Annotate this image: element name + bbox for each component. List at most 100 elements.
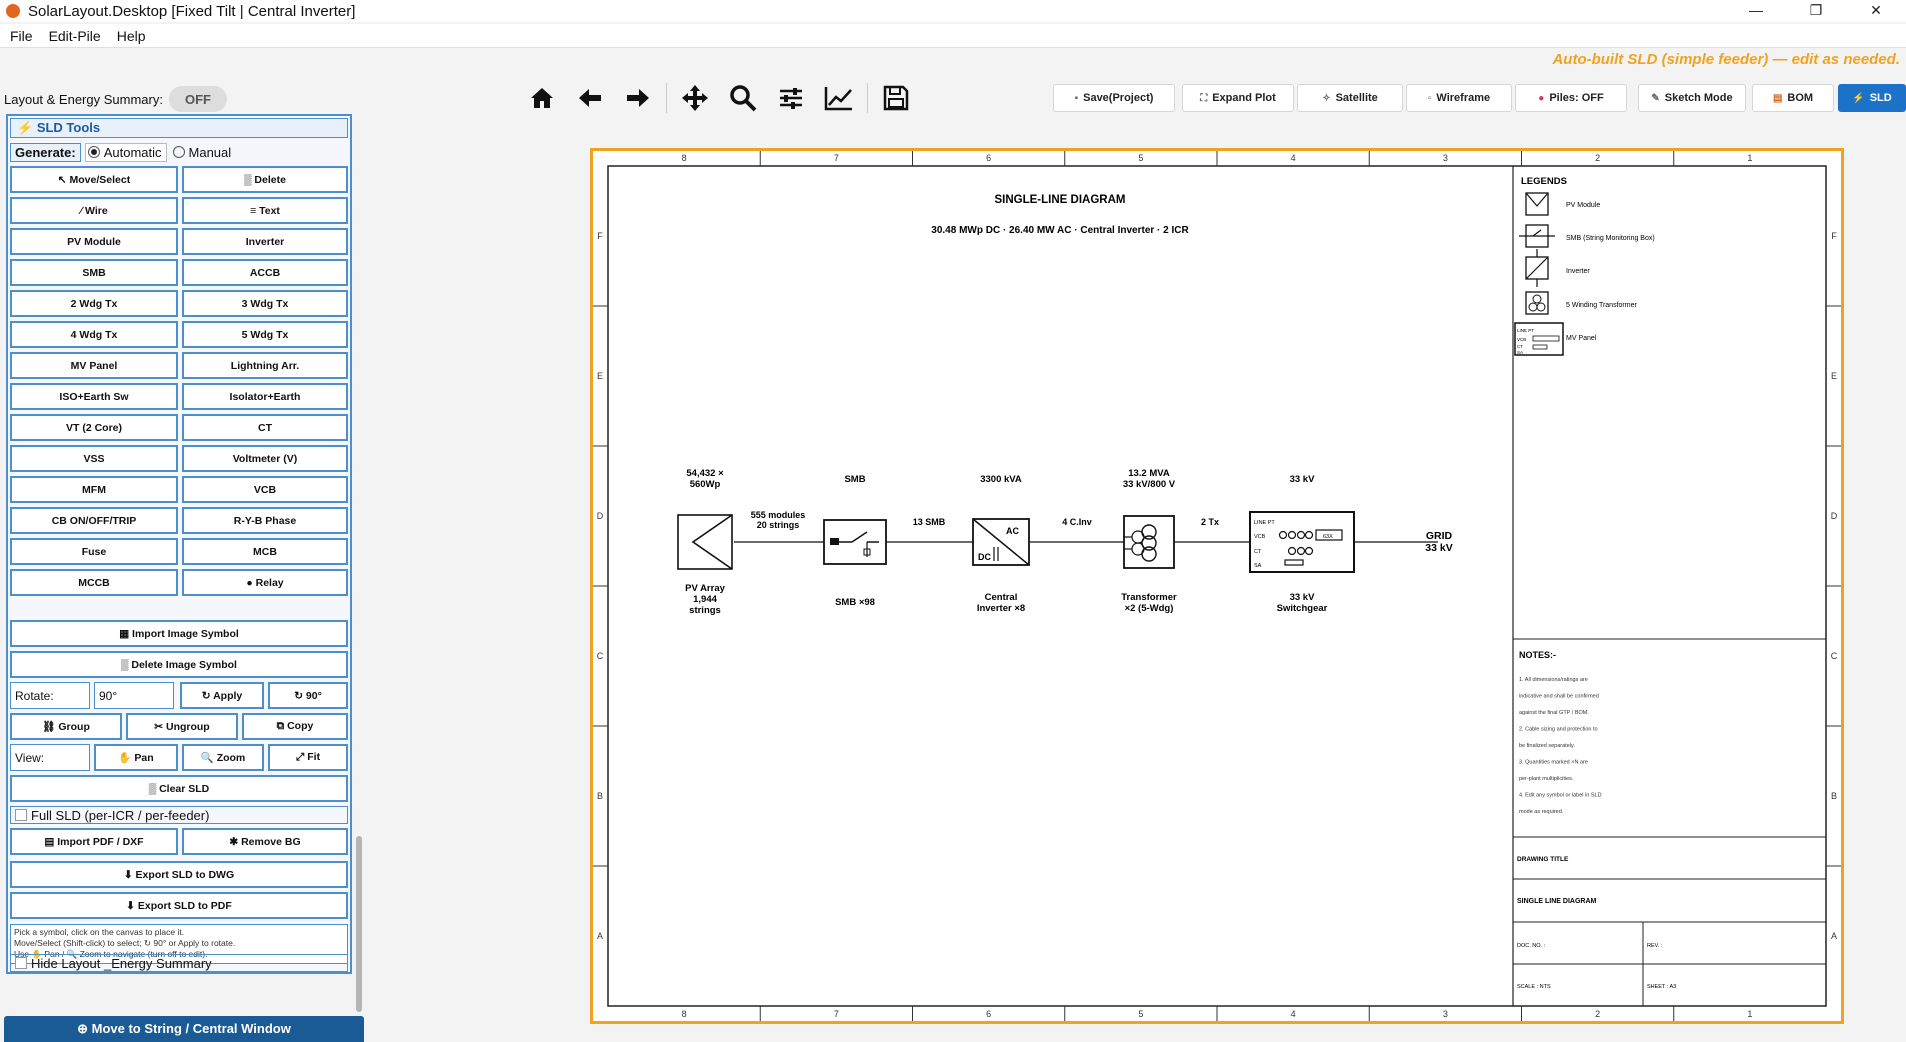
sliders-icon[interactable] xyxy=(767,78,815,118)
remove-bg-button[interactable]: ✱ Remove BG xyxy=(182,828,348,855)
save-project-button[interactable]: ▪ Save(Project) xyxy=(1053,84,1175,112)
tool-fuse-button[interactable]: Fuse xyxy=(10,538,178,565)
menu-edit-pile[interactable]: Edit-Pile xyxy=(39,28,107,44)
piles-toggle-button[interactable]: ● Piles: OFF xyxy=(1515,84,1627,112)
column-label: 2 xyxy=(1595,1009,1600,1019)
row-label: F xyxy=(1831,231,1837,241)
arrow-left-icon[interactable] xyxy=(566,78,614,118)
tool-mcb-button[interactable]: MCB xyxy=(182,538,348,565)
transformer-symbol[interactable] xyxy=(1123,515,1175,569)
tool-ct-button[interactable]: CT xyxy=(182,414,348,441)
export-pdf-button[interactable]: ⬇ Export SLD to PDF xyxy=(10,892,348,919)
sheet-label: SHEET : A3 xyxy=(1647,984,1676,990)
chart-line-icon[interactable] xyxy=(815,78,863,118)
generate-label: Generate: xyxy=(10,142,81,162)
left-panel-scrollbar[interactable] xyxy=(356,836,362,1012)
central-inverter-symbol[interactable]: AC DC xyxy=(972,518,1030,566)
link-label-strings: 555 modules 20 strings xyxy=(751,510,806,530)
search-icon[interactable] xyxy=(719,78,767,118)
sld-tools-header: ⚡ SLD Tools xyxy=(10,118,348,138)
tool-inverter-button[interactable]: Inverter xyxy=(182,228,348,255)
wireframe-icon: ▫ xyxy=(1427,92,1432,104)
tool-accb-button[interactable]: ACCB xyxy=(182,259,348,286)
tool-3-wdg-tx-button[interactable]: 3 Wdg Tx xyxy=(182,290,348,317)
app-icon xyxy=(6,4,20,18)
clear-sld-button[interactable]: ▒ Clear SLD xyxy=(10,775,348,802)
delete-image-symbol-button[interactable]: ▒ Delete Image Symbol xyxy=(10,651,348,678)
tool-mccb-button[interactable]: MCCB xyxy=(10,569,178,596)
tool-vcb-button[interactable]: VCB xyxy=(182,476,348,503)
pan-button[interactable]: ✋ Pan xyxy=(94,744,178,771)
maximize-button[interactable]: ❐ xyxy=(1786,0,1846,22)
window-title: SolarLayout.Desktop [Fixed Tilt | Centra… xyxy=(28,2,356,20)
mode-automatic-radio[interactable]: Automatic xyxy=(84,142,167,162)
import-pdf-dxf-button[interactable]: ▤ Import PDF / DXF xyxy=(10,828,178,855)
menu-file[interactable]: File xyxy=(0,28,39,44)
tool-voltmeter-v-button[interactable]: Voltmeter (V) xyxy=(182,445,348,472)
tool-cb-on-off-trip-button[interactable]: CB ON/OFF/TRIP xyxy=(10,507,178,534)
switchgear-symbol[interactable]: LINE PT VCB CT SA 63X xyxy=(1249,511,1355,573)
tool-smb-button[interactable]: SMB xyxy=(10,259,178,286)
tool-4-wdg-tx-button[interactable]: 4 Wdg Tx xyxy=(10,321,178,348)
rotate-angle-input[interactable]: 90° xyxy=(94,682,174,709)
row-label: D xyxy=(597,511,604,521)
zoom-button[interactable]: 🔍 Zoom xyxy=(182,744,264,771)
tool-vt-2-core-button[interactable]: VT (2 Core) xyxy=(10,414,178,441)
legend-label: 5 Winding Transformer xyxy=(1566,302,1637,309)
import-image-symbol-button[interactable]: ▦ Import Image Symbol xyxy=(10,620,348,647)
sld-button[interactable]: ⚡ SLD xyxy=(1838,84,1906,112)
tool-mfm-button[interactable]: MFM xyxy=(10,476,178,503)
tool-mv-panel-button[interactable]: MV Panel xyxy=(10,352,178,379)
help-line: Move/Select (Shift-click) to select; ↻ 9… xyxy=(14,938,236,948)
tool-wire-button[interactable]: ∕ Wire xyxy=(10,197,178,224)
note-line: 2. Cable sizing and protection to xyxy=(1519,727,1598,733)
tool-text-button[interactable]: ≡ Text xyxy=(182,197,348,224)
wireframe-button[interactable]: ▫ Wireframe xyxy=(1406,84,1512,112)
sld-drawing-sheet[interactable]: 8877665544332211 FFEEDDCCBBAA SINGLE-LIN… xyxy=(590,148,1844,1024)
rotate-apply-button[interactable]: ↻ Apply xyxy=(180,682,264,709)
group-button[interactable]: ⛓ Group xyxy=(10,713,122,740)
arrow-right-icon[interactable] xyxy=(614,78,662,118)
hide-summary-checkbox[interactable]: Hide Layout _Energy Summary xyxy=(10,954,348,972)
satellite-button[interactable]: ✧ Satellite xyxy=(1297,84,1403,112)
tool-lightning-arr-button[interactable]: Lightning Arr. xyxy=(182,352,348,379)
bolt-icon: ⚡ xyxy=(1852,92,1865,104)
mode-manual-label: Manual xyxy=(188,144,232,160)
export-dwg-button[interactable]: ⬇ Export SLD to DWG xyxy=(10,861,348,888)
save-icon[interactable] xyxy=(872,78,920,118)
pin-icon: ● xyxy=(1538,92,1545,104)
expand-plot-button[interactable]: ⛶ Expand Plot xyxy=(1182,84,1294,112)
tool-pv-module-button[interactable]: PV Module xyxy=(10,228,178,255)
tool-move-select-button[interactable]: ↖ Move/Select xyxy=(10,166,178,193)
bom-button[interactable]: ▤ BOM xyxy=(1752,84,1834,112)
fit-button[interactable]: ⤢ Fit xyxy=(268,744,348,771)
tool-isolator-earth-button[interactable]: Isolator+Earth xyxy=(182,383,348,410)
close-button[interactable]: ✕ xyxy=(1846,0,1906,22)
rotate-90-button[interactable]: ↻ 90° xyxy=(268,682,348,709)
move-to-string-window-button[interactable]: ⊕ Move to String / Central Window xyxy=(4,1016,364,1042)
home-icon[interactable] xyxy=(518,78,566,118)
move-icon[interactable] xyxy=(671,78,719,118)
note-line: 1. All dimensions/ratings are xyxy=(1519,677,1588,683)
copy-button[interactable]: ⧉ Copy xyxy=(242,713,348,740)
mode-manual-radio[interactable]: Manual xyxy=(171,144,236,161)
tool-r-y-b-phase-button[interactable]: R-Y-B Phase xyxy=(182,507,348,534)
sketch-mode-button[interactable]: ✎ Sketch Mode xyxy=(1638,84,1746,112)
sld-subtitle: 30.48 MWp DC · 26.40 MW AC · Central Inv… xyxy=(931,225,1189,236)
tool-5-wdg-tx-button[interactable]: 5 Wdg Tx xyxy=(182,321,348,348)
column-label: 1 xyxy=(1747,153,1752,163)
tool-2-wdg-tx-button[interactable]: 2 Wdg Tx xyxy=(10,290,178,317)
minimize-button[interactable]: — xyxy=(1726,0,1786,22)
tool-vss-button[interactable]: VSS xyxy=(10,445,178,472)
tool-delete-button[interactable]: ▒ Delete xyxy=(182,166,348,193)
tool-iso-earth-sw-button[interactable]: ISO+Earth Sw xyxy=(10,383,178,410)
menu-bar: File Edit-Pile Help xyxy=(0,24,1906,48)
row-label: C xyxy=(597,651,604,661)
smb-symbol[interactable] xyxy=(823,519,887,565)
tool-relay-button[interactable]: ● Relay xyxy=(182,569,348,596)
summary-toggle[interactable]: OFF xyxy=(168,86,227,112)
menu-help[interactable]: Help xyxy=(107,28,152,44)
pv-array-symbol[interactable] xyxy=(677,514,733,570)
ungroup-button[interactable]: ✂ Ungroup xyxy=(126,713,238,740)
full-sld-checkbox[interactable]: Full SLD (per-ICR / per-feeder) xyxy=(10,806,348,824)
